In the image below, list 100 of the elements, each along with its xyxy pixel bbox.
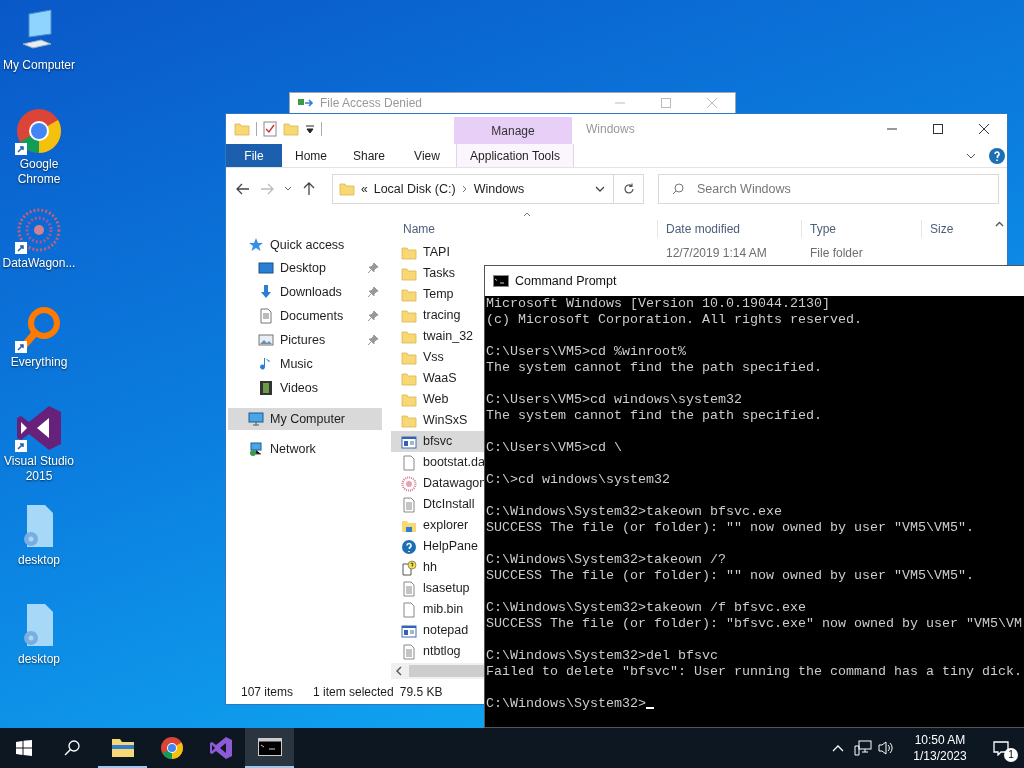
- column-header[interactable]: Name: [391, 220, 657, 238]
- sort-caret-icon: [523, 212, 531, 217]
- notification-icon: [993, 740, 1009, 756]
- nav-item[interactable]: Quick access: [228, 234, 382, 256]
- breadcrumb[interactable]: Local Disk (C:): [373, 179, 456, 199]
- chevron-up-icon[interactable]: [832, 744, 844, 752]
- file-row[interactable]: ntbtlog: [391, 641, 484, 662]
- file-row[interactable]: TAPI: [391, 242, 484, 263]
- nav-item[interactable]: Music: [228, 352, 382, 376]
- folder-icon: [401, 244, 417, 261]
- selection-status: 1 item selected: [313, 683, 394, 701]
- console-line: C:\Windows\System32>takeown bfsvc.exe: [486, 504, 782, 520]
- console-line: (c) Microsoft Corporation. All rights reserved.: [486, 312, 862, 328]
- desktop-icon-label[interactable]: Google Chrome: [0, 157, 78, 187]
- help-file-icon: [401, 559, 417, 576]
- column-header[interactable]: Date modified: [657, 220, 801, 238]
- folder-icon: [401, 286, 417, 303]
- desktop-icon-label[interactable]: My Computer: [0, 58, 78, 73]
- address-bar[interactable]: « Local Disk (C:) Windows: [332, 174, 614, 204]
- scroll-up-icon[interactable]: [994, 221, 1004, 227]
- scrollbar-thumb[interactable]: [409, 665, 484, 677]
- window-icon: [401, 433, 417, 450]
- contextual-group-label: Manage: [454, 117, 572, 144]
- folder-icon: [339, 181, 355, 197]
- desktop-icon-label[interactable]: DataWagon...: [0, 256, 78, 271]
- overflow-chevron[interactable]: «: [361, 180, 368, 198]
- file-row[interactable]: Vss: [391, 347, 484, 368]
- refresh-button[interactable]: [614, 174, 644, 204]
- file-row[interactable]: Web: [391, 389, 484, 410]
- refresh-icon: [622, 183, 635, 195]
- file-row[interactable]: hh: [391, 557, 484, 578]
- ribbon-tab[interactable]: View: [398, 144, 456, 167]
- column-header[interactable]: Size: [921, 220, 991, 238]
- console-line: SUCCESS The file (or folder): "bfsvc.exe" now owned by user "VM5\VM: [486, 616, 1022, 632]
- file-row[interactable]: WaaS: [391, 368, 484, 389]
- ribbon-tab[interactable]: Home: [282, 144, 340, 167]
- terminal-icon: [257, 738, 282, 756]
- folder-icon: [401, 307, 417, 324]
- console-line: SUCCESS The file (or folder): "" now owned by user "VM5\VM5".: [486, 520, 974, 536]
- ribbon-tab[interactable]: File: [226, 144, 282, 167]
- nav-item[interactable]: Documents: [228, 304, 382, 328]
- download-icon: [258, 284, 274, 300]
- nav-item[interactable]: Videos: [228, 376, 382, 400]
- file-row[interactable]: Temp: [391, 284, 484, 305]
- help-icon[interactable]: [989, 147, 1005, 164]
- window-icon: [401, 622, 417, 639]
- ribbon-tab[interactable]: Share: [340, 144, 398, 167]
- pin-icon[interactable]: [368, 311, 378, 321]
- file-row[interactable]: Tasks: [391, 263, 484, 284]
- text-cursor: [645, 707, 654, 709]
- file-row[interactable]: WinSxS: [391, 410, 484, 431]
- nav-item[interactable]: Network: [228, 438, 382, 460]
- desktop-icon-label[interactable]: Visual Studio 2015: [0, 454, 78, 484]
- speaker-icon[interactable]: [878, 740, 894, 756]
- column-header[interactable]: Type: [801, 220, 921, 238]
- nav-item[interactable]: Pictures: [228, 328, 382, 352]
- taskbar-app-button[interactable]: [245, 728, 294, 768]
- maximize-icon: [933, 124, 943, 134]
- notification-badge: 1: [1004, 748, 1018, 762]
- pin-icon[interactable]: [368, 263, 378, 273]
- console-line: C:\Users\VM5>cd %winroot%: [486, 344, 686, 360]
- dropdown-icon[interactable]: [305, 124, 315, 134]
- desktop-icon-label[interactable]: desktop: [0, 652, 78, 667]
- star-icon: [248, 237, 264, 253]
- file-row[interactable]: mib.bin: [391, 599, 484, 620]
- desktop-icon-label[interactable]: Everything: [0, 355, 78, 370]
- file-row[interactable]: twain_32: [391, 326, 484, 347]
- search-icon: [64, 740, 80, 756]
- console-line: The system cannot find the path specified.: [486, 360, 822, 376]
- nav-item[interactable]: My Computer: [228, 408, 382, 430]
- pin-icon[interactable]: [368, 287, 378, 297]
- chevron-down-icon[interactable]: [595, 185, 605, 193]
- file-row[interactable]: bootstat.da: [391, 452, 484, 473]
- network-icon[interactable]: [854, 740, 872, 756]
- file-row[interactable]: tracing: [391, 305, 484, 326]
- notification-button[interactable]: 1: [978, 728, 1024, 768]
- ribbon-tab[interactable]: Application Tools: [456, 144, 574, 167]
- search-field[interactable]: Search Windows: [658, 174, 999, 204]
- console-line: C:\>cd windows\system32: [486, 472, 670, 487]
- type-cell-text: File folder: [809, 244, 864, 262]
- up-arrow-icon[interactable]: [302, 182, 316, 196]
- checklist-icon[interactable]: [263, 121, 277, 137]
- picture-icon: [258, 332, 274, 348]
- desktop-icon-label[interactable]: desktop: [0, 553, 78, 568]
- file-row[interactable]: notepad: [391, 620, 484, 641]
- file-row[interactable]: HelpPane: [391, 536, 484, 557]
- clock[interactable]: 10:50 AM 1/13/2023: [902, 732, 978, 764]
- back-arrow-icon[interactable]: [236, 182, 250, 196]
- file-row[interactable]: bfsvc: [391, 431, 484, 452]
- nav-item[interactable]: Downloads: [228, 280, 382, 304]
- nav-item[interactable]: Desktop: [228, 256, 382, 280]
- file-row[interactable]: DtcInstall: [391, 494, 484, 515]
- file-row[interactable]: lsasetup: [391, 578, 484, 599]
- pin-icon[interactable]: [368, 335, 378, 345]
- chevron-down-icon[interactable]: [284, 185, 292, 193]
- chevron-right-icon[interactable]: [461, 185, 468, 193]
- file-row[interactable]: explorer: [391, 515, 484, 536]
- breadcrumb[interactable]: Windows: [473, 179, 525, 199]
- window-title: File Access Denied: [320, 95, 424, 112]
- console-line: C:\Users\VM5>cd \: [486, 440, 622, 456]
